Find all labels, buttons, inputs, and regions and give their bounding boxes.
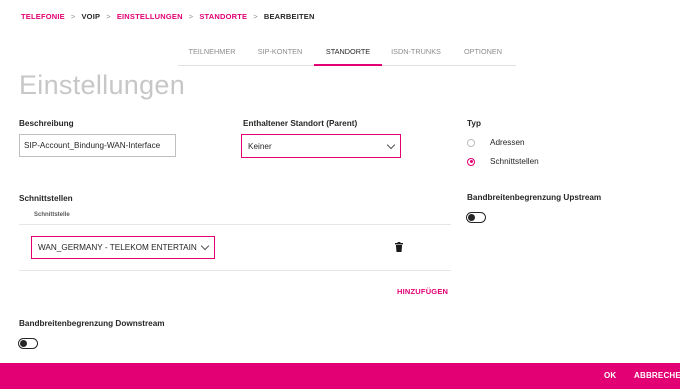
schnittstelle-select[interactable]: WAN_GERMANY - TELEKOM ENTERTAIN	[31, 236, 215, 259]
cancel-button[interactable]: ABBRECHEN	[634, 371, 680, 380]
radio-circle	[467, 157, 475, 166]
radio-label: Schnittstellen	[490, 157, 539, 166]
table-divider	[19, 224, 451, 225]
radio-schnittstellen[interactable]: Schnittstellen	[467, 157, 539, 166]
schnittstelle-select-value: WAN_GERMANY - TELEKOM ENTERTAIN	[38, 243, 197, 252]
breadcrumb: TELEFONIE > VOIP > EINSTELLUNGEN > STAND…	[21, 10, 315, 22]
tab-sip-konten[interactable]: SIP-KONTEN	[246, 41, 314, 65]
table-divider	[19, 270, 451, 271]
parent-select-value: Keiner	[248, 141, 272, 151]
parent-select[interactable]: Keiner	[241, 134, 401, 158]
add-schnittstelle-button[interactable]: HINZUFÜGEN	[397, 287, 448, 296]
tab-label: ISDN-TRUNKS	[391, 47, 441, 56]
trash-icon[interactable]	[395, 242, 403, 252]
page-title: Einstellungen	[19, 70, 186, 100]
schnittstellen-label: Schnittstellen	[19, 194, 73, 203]
upstream-toggle[interactable]	[466, 212, 486, 223]
tab-label: STANDORTE	[325, 47, 371, 56]
ok-button[interactable]: OK	[604, 371, 616, 380]
tab-teilnehmer[interactable]: TEILNEHMER	[178, 41, 246, 65]
downstream-toggle[interactable]	[18, 338, 38, 349]
beschreibung-input[interactable]: SIP-Account_Bindung-WAN-Interface	[19, 134, 176, 157]
breadcrumb-standorte[interactable]: STANDORTE	[199, 12, 247, 21]
chevron-down-icon	[200, 241, 210, 251]
breadcrumb-separator: >	[188, 11, 194, 21]
radio-label: Adressen	[490, 138, 525, 147]
breadcrumb-separator: >	[253, 11, 258, 21]
breadcrumb-telefonie[interactable]: TELEFONIE	[21, 12, 65, 21]
typ-label: Typ	[467, 119, 481, 128]
tab-optionen[interactable]: OPTIONEN	[450, 41, 516, 65]
beschreibung-label: Beschreibung	[19, 119, 74, 128]
breadcrumb-separator: >	[106, 11, 111, 21]
tab-label: TEILNEHMER	[188, 47, 236, 56]
breadcrumb-einstellungen[interactable]: EINSTELLUNGEN	[117, 12, 183, 21]
tab-standorte[interactable]: STANDORTE	[314, 41, 382, 66]
breadcrumb-separator: >	[70, 11, 76, 21]
upstream-label: Bandbreitenbegrenzung Upstream	[467, 193, 602, 202]
tab-bar: TEILNEHMER SIP-KONTEN STANDORTE ISDN-TRU…	[178, 41, 516, 66]
breadcrumb-voip[interactable]: VOIP	[81, 12, 100, 21]
tab-label: SIP-KONTEN	[257, 47, 303, 56]
chevron-down-icon	[386, 140, 396, 149]
toggle-knob	[467, 213, 475, 221]
footer-bar: OK ABBRECHEN	[0, 363, 680, 389]
schnittstelle-column-header: Schnittstelle	[34, 212, 70, 218]
breadcrumb-bearbeiten: BEARBEITEN	[263, 11, 315, 21]
tab-label: OPTIONEN	[463, 47, 503, 56]
radio-circle	[467, 138, 475, 147]
downstream-label: Bandbreitenbegrenzung Downstream	[19, 319, 165, 328]
toggle-knob	[19, 339, 27, 347]
parent-label: Enthaltener Standort (Parent)	[243, 119, 358, 128]
radio-adressen[interactable]: Adressen	[467, 138, 525, 147]
tab-isdn-trunks[interactable]: ISDN-TRUNKS	[382, 41, 450, 65]
